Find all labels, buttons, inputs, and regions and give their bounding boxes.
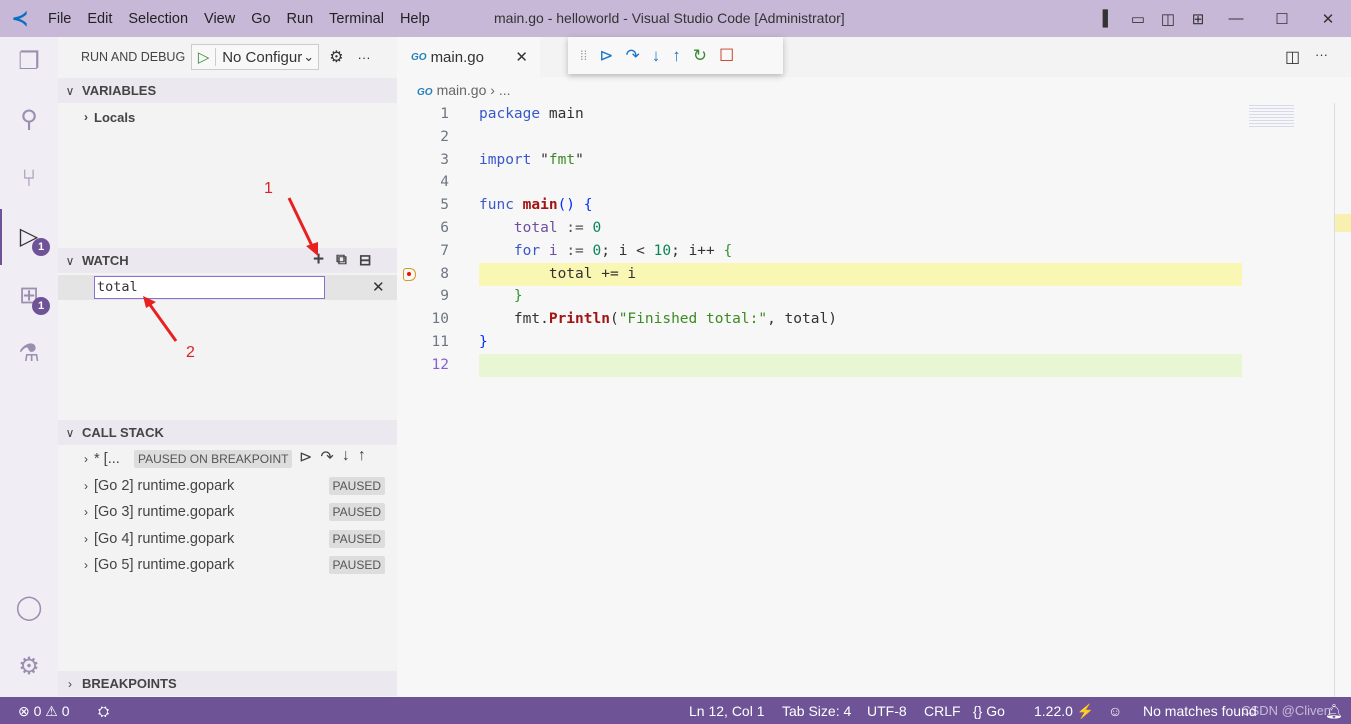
- status-bar: ⊗ 0 ⚠ 0 ⛭ Ln 12, Col 1 Tab Size: 4 UTF-8…: [0, 697, 1351, 724]
- language-mode[interactable]: {} Go: [973, 703, 1005, 719]
- debug-status-icon[interactable]: ⛭: [98, 703, 109, 720]
- line-ending[interactable]: CRLF: [924, 703, 961, 719]
- encoding[interactable]: UTF-8: [867, 703, 907, 719]
- watermark: CSDN @Cliven: [1241, 703, 1331, 718]
- annotation-arrow-1-head: [306, 242, 318, 256]
- annotation-arrow-2: [146, 301, 178, 342]
- search-status[interactable]: No matches found: [1143, 703, 1257, 719]
- tab-size[interactable]: Tab Size: 4: [782, 703, 851, 719]
- annotation-arrows: [143, 197, 318, 342]
- copilot-icon[interactable]: ☺: [1108, 703, 1122, 719]
- cursor-position[interactable]: Ln 12, Col 1: [689, 703, 765, 719]
- annotation-arrow-1: [287, 197, 316, 251]
- problems-status[interactable]: ⊗ 0 ⚠ 0: [18, 703, 70, 720]
- go-version[interactable]: 1.22.0 ⚡: [1034, 703, 1094, 720]
